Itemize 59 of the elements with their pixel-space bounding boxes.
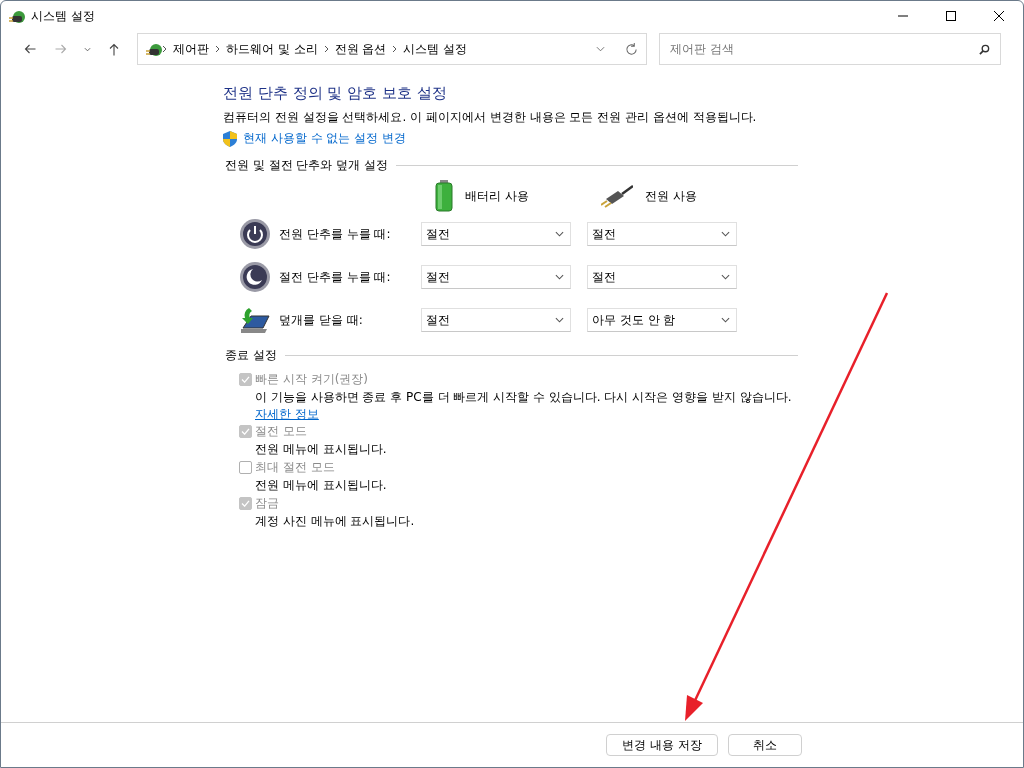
caret-icon bbox=[721, 317, 730, 323]
checkbox-label: 최대 절전 모드 bbox=[255, 459, 335, 476]
search-field[interactable]: 제어판 검색 bbox=[659, 33, 1001, 65]
breadcrumb-item[interactable]: 전원 옵션 bbox=[328, 40, 393, 58]
dropdown[interactable]: 아무 것도 안 함 bbox=[587, 308, 737, 332]
breadcrumb-item[interactable]: 하드웨어 및 소리 bbox=[220, 40, 324, 58]
option-description: 전원 메뉴에 표시됩니다. bbox=[255, 477, 388, 494]
plug-icon bbox=[601, 184, 633, 208]
section-heading: 종료 설정 bbox=[225, 347, 277, 364]
column-heading: 전원 사용 bbox=[645, 187, 697, 205]
admin-settings-link[interactable]: 현재 사용할 수 없는 설정 변경 bbox=[243, 130, 407, 147]
save-button[interactable]: 변경 내용 저장 bbox=[606, 734, 718, 756]
option-description: 전원 메뉴에 표시됩니다. bbox=[255, 441, 388, 458]
checkmark-icon bbox=[241, 428, 250, 435]
battery-icon bbox=[435, 180, 453, 212]
power-button-icon bbox=[239, 218, 271, 250]
option-description: 계정 사진 메뉴에 표시됩니다. bbox=[255, 513, 416, 530]
cancel-button[interactable]: 취소 bbox=[728, 734, 802, 756]
caret-icon bbox=[555, 274, 564, 280]
sleep-button-icon bbox=[239, 261, 271, 293]
dropdown[interactable]: 절전 bbox=[421, 308, 571, 332]
chevron-icon bbox=[392, 45, 398, 53]
breadcrumb-item[interactable]: 제어판 bbox=[167, 40, 215, 58]
setting-label: 전원 단추를 누를 때: bbox=[278, 225, 392, 243]
setting-label: 절전 단추를 누를 때: bbox=[278, 268, 392, 286]
dropdown[interactable]: 절전 bbox=[421, 265, 571, 289]
chevron-icon bbox=[323, 45, 329, 53]
app-icon bbox=[9, 8, 25, 24]
checkmark-icon bbox=[241, 500, 250, 507]
address-bar[interactable]: 제어판 하드웨어 및 소리 전원 옵션 시스템 설정 bbox=[137, 33, 647, 65]
caret-icon bbox=[721, 274, 730, 280]
breadcrumb-item[interactable]: 시스템 설정 bbox=[397, 40, 474, 58]
dropdown[interactable]: 절전 bbox=[421, 222, 571, 246]
forward-arrow-icon[interactable] bbox=[53, 43, 67, 55]
chevron-icon bbox=[215, 45, 220, 53]
dropdown[interactable]: 절전 bbox=[587, 222, 737, 246]
page-description: 컴퓨터의 전원 설정을 선택하세요. 이 페이지에서 변경한 내용은 모든 전원 관리 옵션에 적용됩니다. bbox=[223, 109, 758, 126]
page-heading: 전원 단추 정의 및 암호 보호 설정 bbox=[223, 84, 448, 103]
checkbox-label: 빠른 시작 켜기(권장) bbox=[255, 371, 368, 388]
up-arrow-icon[interactable] bbox=[108, 42, 120, 56]
dropdown-caret-icon[interactable] bbox=[596, 46, 605, 52]
caret-icon bbox=[721, 231, 730, 237]
checkbox-label: 잠금 bbox=[255, 495, 279, 512]
checkbox-label: 절전 모드 bbox=[255, 423, 307, 440]
setting-label: 덮개를 닫을 때: bbox=[278, 311, 364, 329]
dropdown[interactable]: 절전 bbox=[587, 265, 737, 289]
app-icon bbox=[146, 41, 162, 57]
refresh-icon[interactable] bbox=[625, 42, 638, 56]
shield-icon bbox=[223, 130, 237, 147]
caret-icon bbox=[555, 317, 564, 323]
section-heading: 전원 및 절전 단추와 덮개 설정 bbox=[225, 157, 389, 174]
checkmark-icon bbox=[241, 376, 250, 383]
caret-icon bbox=[555, 231, 564, 237]
window-title: 시스템 설정 bbox=[31, 7, 95, 25]
chevron-icon bbox=[162, 45, 167, 53]
back-arrow-icon[interactable] bbox=[23, 43, 37, 55]
recent-caret-icon[interactable] bbox=[83, 46, 91, 52]
option-description: 이 기능을 사용하면 종료 후 PC를 더 빠르게 시작할 수 있습니다. 다시 시작은 영향을 받지 않습니다. bbox=[255, 389, 793, 406]
column-heading: 배터리 사용 bbox=[465, 187, 529, 205]
